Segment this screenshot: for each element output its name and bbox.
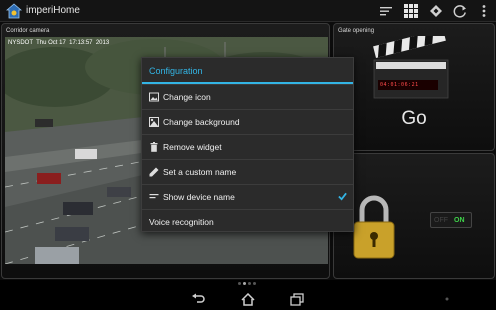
widget-title: Gate opening [338,28,375,34]
app-logo-icon[interactable] [6,3,22,19]
back-icon[interactable] [191,293,205,306]
menu-item-label: Voice recognition [149,217,214,227]
wallpaper-icon [149,117,159,127]
lines-icon [149,194,159,199]
menu-item-show-device-name[interactable]: Show device name [142,184,353,209]
go-button[interactable]: Go [334,108,494,130]
menu-item-voice-recognition[interactable]: Voice recognition [142,209,353,232]
clapper-timecode: 04:01:06:21 [380,82,419,88]
system-navigation-bar [0,289,496,310]
sort-icon[interactable] [378,3,394,19]
menu-item-change-background[interactable]: Change background [142,109,353,134]
page-dot-active[interactable] [243,282,246,285]
page-dot[interactable] [253,282,256,285]
menu-item-label: Show device name [163,192,235,202]
home-icon[interactable] [241,293,255,306]
gate-opening-widget[interactable]: Gate opening 04:01:06:21 Go [333,23,495,151]
status-dot-icon [445,297,449,301]
clapperboard-icon [373,36,449,99]
app-title: imperiHome [26,5,80,16]
menu-item-label: Remove widget [163,142,222,152]
pencil-icon [149,167,159,177]
trash-icon [150,142,158,152]
menu-item-set-custom-name[interactable]: Set a custom name [142,159,353,184]
page-dot[interactable] [248,282,251,285]
image-icon [149,92,159,102]
camera-overlay-text: NYSDOT Thu Oct 17 17:13:57 2013 [8,40,110,46]
menu-item-change-icon[interactable]: Change icon [142,84,353,109]
checkmark-icon[interactable] [338,192,347,201]
lock-toggle-switch[interactable]: OFF ON [430,212,472,228]
diamond-icon[interactable] [428,3,444,19]
page-dot[interactable] [238,282,241,285]
padlock-icon [353,195,395,259]
menu-item-remove-widget[interactable]: Remove widget [142,134,353,159]
page-indicator [238,282,258,288]
action-bar: imperiHome [0,0,496,22]
configuration-menu: Configuration Change icon Change backgro… [141,57,354,232]
menu-title: Configuration [149,66,203,76]
widget-title: Corridor camera [6,28,50,34]
menu-item-label: Change background [163,117,240,127]
menu-item-label: Change icon [163,92,211,102]
switch-on-label: ON [454,217,465,224]
refresh-icon[interactable] [452,3,468,19]
menu-item-label: Set a custom name [163,167,237,177]
lock-widget[interactable]: ck OFF ON [333,153,495,279]
overflow-menu-icon[interactable] [476,3,492,19]
grid-view-icon[interactable] [403,3,419,19]
recent-apps-icon[interactable] [290,293,304,306]
menu-header: Configuration [142,58,353,84]
switch-off-label: OFF [434,217,448,224]
